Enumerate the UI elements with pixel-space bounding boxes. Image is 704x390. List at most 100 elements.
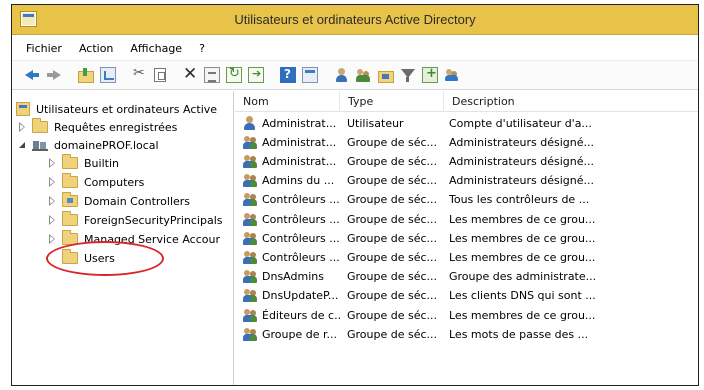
row-type: Utilisateur	[347, 116, 404, 130]
expand-arrow-icon[interactable]	[48, 176, 57, 187]
row-type: Groupe de séc...	[347, 289, 438, 303]
row-type: Groupe de séc...	[347, 250, 438, 264]
table-row[interactable]: DnsAdmins Groupe de séc... Groupe des admi…	[235, 267, 694, 287]
toolbar-separator	[324, 67, 328, 83]
menu-bar: Fichier Action Affichage ?	[12, 36, 698, 60]
group-icon	[243, 192, 258, 207]
menu-fichier[interactable]: Fichier	[26, 42, 62, 55]
row-name: DnsAdmins	[262, 270, 324, 284]
tree-root[interactable]: Utilisateurs et ordinateurs Active	[16, 100, 217, 118]
delete-icon[interactable]	[182, 64, 198, 84]
expand-arrow-icon[interactable]	[18, 121, 27, 132]
row-name: Contrôleurs ...	[262, 193, 340, 207]
add-to-group-icon[interactable]	[422, 66, 438, 83]
details-list[interactable]: Nom Type Description Administrat... Utili…	[235, 91, 698, 385]
cell-name: DnsAdmins	[235, 269, 340, 284]
tree-item-builtin[interactable]: Builtin	[48, 154, 119, 172]
row-type: Groupe de séc...	[347, 154, 438, 168]
row-type: Groupe de séc...	[347, 193, 438, 207]
new-user-icon[interactable]	[334, 67, 350, 83]
forward-arrow-icon[interactable]	[46, 67, 62, 83]
menu-action[interactable]: Action	[79, 42, 113, 55]
group-icon	[243, 269, 258, 284]
title-bar[interactable]: Utilisateurs et ordinateurs Active Direc…	[12, 5, 698, 35]
folder-up-icon[interactable]	[78, 68, 94, 83]
menu-help[interactable]: ?	[199, 42, 205, 55]
table-row[interactable]: Groupe de r... Groupe de séc... Les mots d…	[235, 324, 694, 344]
tree-item-label: domainePROF.local	[54, 138, 159, 152]
group-icon	[243, 135, 258, 150]
row-type: Groupe de séc...	[347, 135, 438, 149]
tree-item-foreign-security-principals[interactable]: ForeignSecurityPrincipals	[48, 211, 223, 229]
row-type: Groupe de séc...	[347, 231, 438, 245]
table-row[interactable]: Administrat... Groupe de séc... Administra…	[235, 151, 694, 171]
row-description: Compte d'utilisateur d'a...	[449, 116, 592, 130]
export-list-icon[interactable]	[248, 67, 264, 83]
expand-arrow-icon[interactable]	[48, 233, 57, 244]
help-icon[interactable]	[280, 67, 296, 83]
row-description: Administrateurs désigné...	[449, 174, 594, 188]
table-row[interactable]: Éditeurs de c... Groupe de séc... Les memb…	[235, 305, 694, 325]
domain-icon	[32, 138, 48, 152]
table-row[interactable]: Administrat... Groupe de séc... Administra…	[235, 132, 694, 152]
row-description: Les clients DNS qui sont ...	[449, 289, 596, 303]
cell-name: Éditeurs de c...	[235, 308, 340, 323]
row-description: Les membres de ce grou...	[449, 212, 596, 226]
tree-item-domain-controllers[interactable]: Domain Controllers	[48, 192, 190, 210]
cut-icon[interactable]	[132, 65, 148, 83]
properties-icon[interactable]	[204, 67, 220, 83]
group-icon	[243, 231, 258, 246]
new-group-icon[interactable]	[356, 67, 372, 83]
new-ou-icon[interactable]	[378, 71, 394, 83]
column-header-name[interactable]: Nom	[235, 91, 340, 112]
table-row[interactable]: Contrôleurs ... Groupe de séc... Les membr…	[235, 247, 694, 267]
highlight-circle	[46, 241, 164, 276]
column-header-type[interactable]: Type	[340, 91, 444, 112]
tree-item-saved-queries[interactable]: Requêtes enregistrées	[18, 118, 177, 136]
delegate-icon[interactable]	[444, 67, 460, 83]
expand-arrow-icon[interactable]	[48, 214, 57, 225]
row-name: Admins du ...	[262, 174, 335, 188]
table-row[interactable]: Contrôleurs ... Groupe de séc... Tous les …	[235, 190, 694, 210]
copy-icon[interactable]	[154, 68, 166, 82]
collapse-arrow-icon[interactable]	[18, 141, 27, 150]
group-icon	[243, 212, 258, 227]
console-root-icon	[16, 102, 30, 116]
tree-item-label: Domain Controllers	[84, 194, 191, 208]
menu-affichage[interactable]: Affichage	[130, 42, 182, 55]
table-row[interactable]: DnsUpdateP... Groupe de séc... Les clients…	[235, 286, 694, 306]
expand-arrow-icon[interactable]	[48, 157, 57, 168]
window-title: Utilisateurs et ordinateurs Active Direc…	[234, 12, 476, 27]
row-type: Groupe de séc...	[347, 212, 438, 226]
tree-item-label: ForeignSecurityPrincipals	[84, 213, 223, 227]
cell-name: Contrôleurs ...	[235, 212, 340, 227]
row-name: DnsUpdateP...	[262, 289, 339, 303]
folder-icon	[62, 173, 78, 188]
row-name: Administrat...	[262, 135, 337, 149]
console-icon[interactable]	[302, 67, 318, 83]
refresh-icon[interactable]	[226, 66, 242, 83]
column-header-description[interactable]: Description	[444, 91, 698, 112]
table-row[interactable]: Contrôleurs ... Groupe de séc... Les membr…	[235, 228, 694, 248]
row-description: Groupe des administrate...	[449, 270, 597, 284]
show-tree-icon[interactable]	[100, 67, 116, 83]
table-row[interactable]: Administrat... Utilisateur Compte d'utilis…	[235, 113, 694, 133]
table-row[interactable]: Contrôleurs ... Groupe de séc... Les membr…	[235, 209, 694, 229]
list-header: Nom Type Description	[235, 91, 698, 112]
cell-name: DnsUpdateP...	[235, 288, 340, 303]
console-tree[interactable]: Utilisateurs et ordinateurs Active Requê…	[12, 91, 234, 385]
cell-name: Admins du ...	[235, 173, 340, 188]
expand-arrow-icon[interactable]	[48, 195, 57, 206]
group-icon	[243, 327, 258, 342]
row-description: Administrateurs désigné...	[449, 154, 594, 168]
filter-icon[interactable]	[400, 67, 416, 83]
tree-item-domain[interactable]: domainePROF.local	[18, 136, 159, 154]
row-description: Les membres de ce grou...	[449, 250, 596, 264]
back-arrow-icon[interactable]	[24, 67, 40, 83]
cell-name: Administrat...	[235, 135, 340, 150]
cell-name: Administrat...	[235, 154, 340, 169]
toolbar-separator	[68, 67, 72, 83]
tree-item-computers[interactable]: Computers	[48, 173, 144, 191]
cell-name: Administrat...	[235, 115, 340, 131]
table-row[interactable]: Admins du ... Groupe de séc... Administrat…	[235, 171, 694, 191]
